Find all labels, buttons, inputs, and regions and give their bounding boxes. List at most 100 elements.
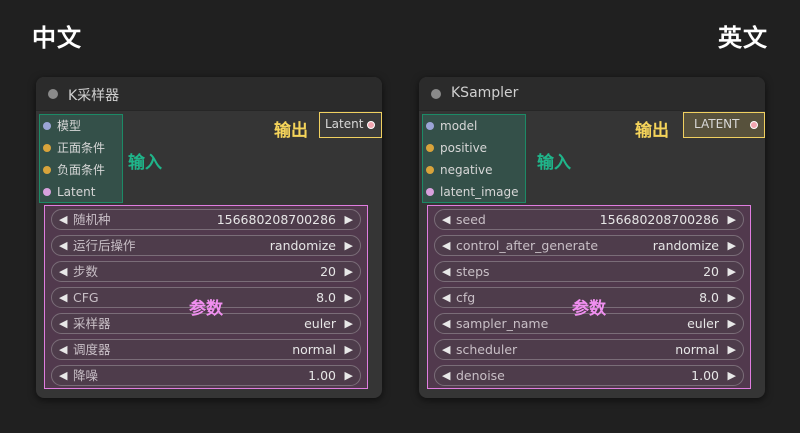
- right-arrow-icon[interactable]: ▶: [728, 366, 736, 385]
- input-dot-icon[interactable]: [43, 144, 51, 152]
- params-highlight: ◀ 随机种 156680208700286 ▶ ◀ 运行后操作 randomiz…: [44, 205, 368, 389]
- widget-name: seed: [456, 212, 486, 227]
- heading-english: 英文: [718, 24, 768, 52]
- right-arrow-icon[interactable]: ▶: [345, 210, 353, 229]
- widget-name: 降噪: [73, 368, 99, 383]
- right-arrow-icon[interactable]: ▶: [728, 314, 736, 333]
- collapse-dot-icon[interactable]: [431, 89, 441, 99]
- widget-name: denoise: [456, 368, 505, 383]
- widget-name: 随机种: [73, 212, 111, 227]
- node-header[interactable]: K采样器: [36, 77, 382, 111]
- input-slot-positive[interactable]: positive: [423, 137, 525, 159]
- right-arrow-icon[interactable]: ▶: [728, 288, 736, 307]
- input-dot-icon[interactable]: [43, 122, 51, 130]
- input-label: negative: [440, 163, 493, 177]
- right-arrow-icon[interactable]: ▶: [728, 236, 736, 255]
- right-arrow-icon[interactable]: ▶: [345, 366, 353, 385]
- left-arrow-icon[interactable]: ◀: [442, 288, 450, 307]
- left-arrow-icon[interactable]: ◀: [59, 210, 67, 229]
- input-slot-positive[interactable]: 正面条件: [40, 137, 122, 159]
- input-slot-model[interactable]: 模型: [40, 115, 122, 137]
- widget-name: sampler_name: [456, 316, 549, 331]
- right-arrow-icon[interactable]: ▶: [345, 314, 353, 333]
- widget-denoise[interactable]: ◀ denoise 1.00 ▶: [434, 365, 744, 386]
- widget-scheduler[interactable]: ◀ 调度器 normal ▶: [51, 339, 361, 360]
- widget-control-after-generate[interactable]: ◀ control_after_generate randomize ▶: [434, 235, 744, 256]
- left-arrow-icon[interactable]: ◀: [59, 314, 67, 333]
- input-dot-icon[interactable]: [426, 144, 434, 152]
- right-arrow-icon[interactable]: ▶: [345, 262, 353, 281]
- widget-value: 8.0: [699, 290, 719, 305]
- input-dot-icon[interactable]: [43, 166, 51, 174]
- input-label: Latent: [57, 185, 96, 199]
- widget-control-after-generate[interactable]: ◀ 运行后操作 randomize ▶: [51, 235, 361, 256]
- output-dot-icon[interactable]: [367, 121, 375, 129]
- params-annotation: 参数: [189, 299, 223, 319]
- input-label: 模型: [57, 119, 82, 133]
- input-slot-model[interactable]: model: [423, 115, 525, 137]
- left-arrow-icon[interactable]: ◀: [442, 340, 450, 359]
- left-arrow-icon[interactable]: ◀: [59, 340, 67, 359]
- widget-denoise[interactable]: ◀ 降噪 1.00 ▶: [51, 365, 361, 386]
- input-dot-icon[interactable]: [43, 188, 51, 196]
- node-header[interactable]: KSampler: [419, 77, 765, 111]
- right-arrow-icon[interactable]: ▶: [345, 236, 353, 255]
- widget-value: randomize: [652, 238, 719, 253]
- input-label: positive: [440, 141, 488, 155]
- input-slot-latent-image[interactable]: latent_image: [423, 181, 525, 203]
- widget-value: 1.00: [308, 368, 336, 383]
- output-slot-latent[interactable]: LATENT: [683, 112, 765, 138]
- widget-value: randomize: [269, 238, 336, 253]
- left-arrow-icon[interactable]: ◀: [59, 366, 67, 385]
- widget-steps[interactable]: ◀ steps 20 ▶: [434, 261, 744, 282]
- right-arrow-icon[interactable]: ▶: [345, 340, 353, 359]
- widget-value: euler: [304, 316, 336, 331]
- left-arrow-icon[interactable]: ◀: [442, 314, 450, 333]
- left-arrow-icon[interactable]: ◀: [442, 262, 450, 281]
- left-arrow-icon[interactable]: ◀: [59, 262, 67, 281]
- widget-value: 20: [320, 264, 336, 279]
- widget-value: 20: [703, 264, 719, 279]
- left-arrow-icon[interactable]: ◀: [59, 288, 67, 307]
- widget-seed[interactable]: ◀ 随机种 156680208700286 ▶: [51, 209, 361, 230]
- outputs-annotation: 输出: [635, 121, 669, 141]
- right-arrow-icon[interactable]: ▶: [728, 210, 736, 229]
- input-slot-negative[interactable]: negative: [423, 159, 525, 181]
- input-label: latent_image: [440, 185, 519, 199]
- output-dot-icon[interactable]: [750, 121, 758, 129]
- right-arrow-icon[interactable]: ▶: [728, 262, 736, 281]
- inputs-annotation: 输入: [537, 153, 571, 173]
- widget-name: 调度器: [73, 342, 111, 357]
- input-slot-negative[interactable]: 负面条件: [40, 159, 122, 181]
- widget-scheduler[interactable]: ◀ scheduler normal ▶: [434, 339, 744, 360]
- widget-steps[interactable]: ◀ 步数 20 ▶: [51, 261, 361, 282]
- node-title: K采样器: [68, 88, 120, 104]
- ksampler-node-english[interactable]: KSampler model positive negative latent_…: [419, 77, 765, 398]
- inputs-highlight: 模型 正面条件 负面条件 Latent: [39, 114, 123, 203]
- left-arrow-icon[interactable]: ◀: [442, 366, 450, 385]
- right-arrow-icon[interactable]: ▶: [345, 288, 353, 307]
- inputs-highlight: model positive negative latent_image: [422, 114, 526, 203]
- input-dot-icon[interactable]: [426, 188, 434, 196]
- collapse-dot-icon[interactable]: [48, 89, 58, 99]
- left-arrow-icon[interactable]: ◀: [442, 210, 450, 229]
- widget-value: 156680208700286: [599, 212, 719, 227]
- output-slot-latent[interactable]: Latent: [319, 112, 382, 138]
- input-dot-icon[interactable]: [426, 122, 434, 130]
- outputs-annotation: 输出: [274, 121, 308, 141]
- ksampler-node-chinese[interactable]: K采样器 模型 正面条件 负面条件 Latent 输入 输出 Latent ◀ …: [36, 77, 382, 398]
- widget-name: 采样器: [73, 316, 111, 331]
- input-slot-latent[interactable]: Latent: [40, 181, 122, 203]
- left-arrow-icon[interactable]: ◀: [59, 236, 67, 255]
- right-arrow-icon[interactable]: ▶: [728, 340, 736, 359]
- output-label: Latent: [325, 117, 364, 131]
- widget-value: normal: [675, 342, 719, 357]
- left-arrow-icon[interactable]: ◀: [442, 236, 450, 255]
- input-dot-icon[interactable]: [426, 166, 434, 174]
- widget-seed[interactable]: ◀ seed 156680208700286 ▶: [434, 209, 744, 230]
- widget-name: scheduler: [456, 342, 518, 357]
- input-label: 负面条件: [57, 163, 106, 177]
- widget-name: CFG: [73, 290, 99, 305]
- output-label: LATENT: [694, 117, 740, 131]
- input-label: model: [440, 119, 478, 133]
